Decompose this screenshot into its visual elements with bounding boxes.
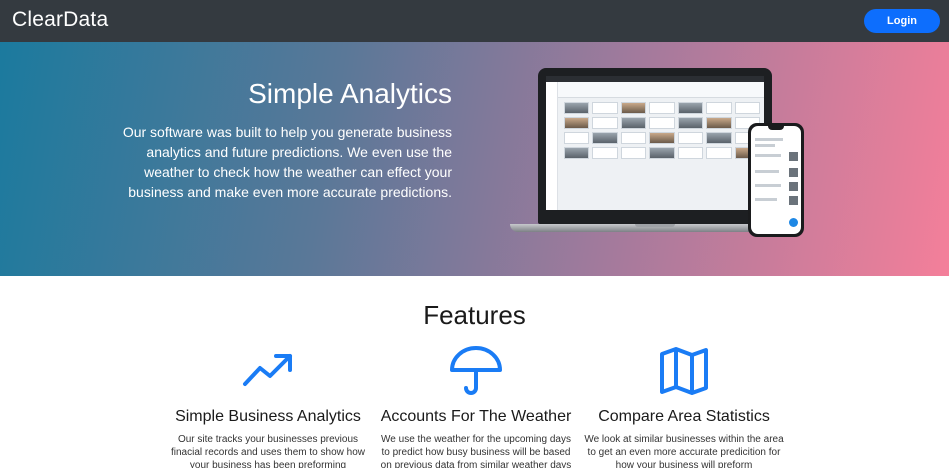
login-button[interactable]: Login — [864, 9, 940, 33]
hero-title: Simple Analytics — [248, 78, 452, 109]
feature-card-area: Compare Area Statistics We look at simil… — [584, 346, 784, 468]
laptop-screen — [538, 68, 772, 224]
hero-section: Simple Analytics Our software was built … — [0, 42, 949, 276]
map-icon — [656, 346, 712, 396]
umbrella-icon — [448, 346, 504, 396]
feature-title: Compare Area Statistics — [598, 408, 770, 425]
brand-logo[interactable]: ClearData — [12, 8, 108, 32]
phone-app-preview — [751, 126, 801, 234]
feature-title: Accounts For The Weather — [380, 408, 572, 425]
feature-description: We use the weather for the upcoming days… — [380, 434, 572, 468]
feature-description: We look at similar businesses within the… — [584, 434, 784, 468]
trending-up-icon — [240, 346, 296, 396]
laptop-app-preview — [546, 76, 764, 210]
feature-card-weather: Accounts For The Weather We use the weat… — [376, 346, 576, 468]
phone-mockup — [748, 123, 804, 237]
device-mockup-image — [510, 66, 810, 278]
feature-card-analytics: Simple Business Analytics Our site track… — [168, 346, 368, 468]
hero-description: Our software was built to help you gener… — [122, 124, 452, 200]
navbar: ClearData Login — [0, 0, 949, 42]
feature-description: Our site tracks your businesses previous… — [171, 434, 365, 468]
feature-title: Simple Business Analytics — [175, 408, 361, 425]
features-heading: Features — [423, 300, 526, 330]
